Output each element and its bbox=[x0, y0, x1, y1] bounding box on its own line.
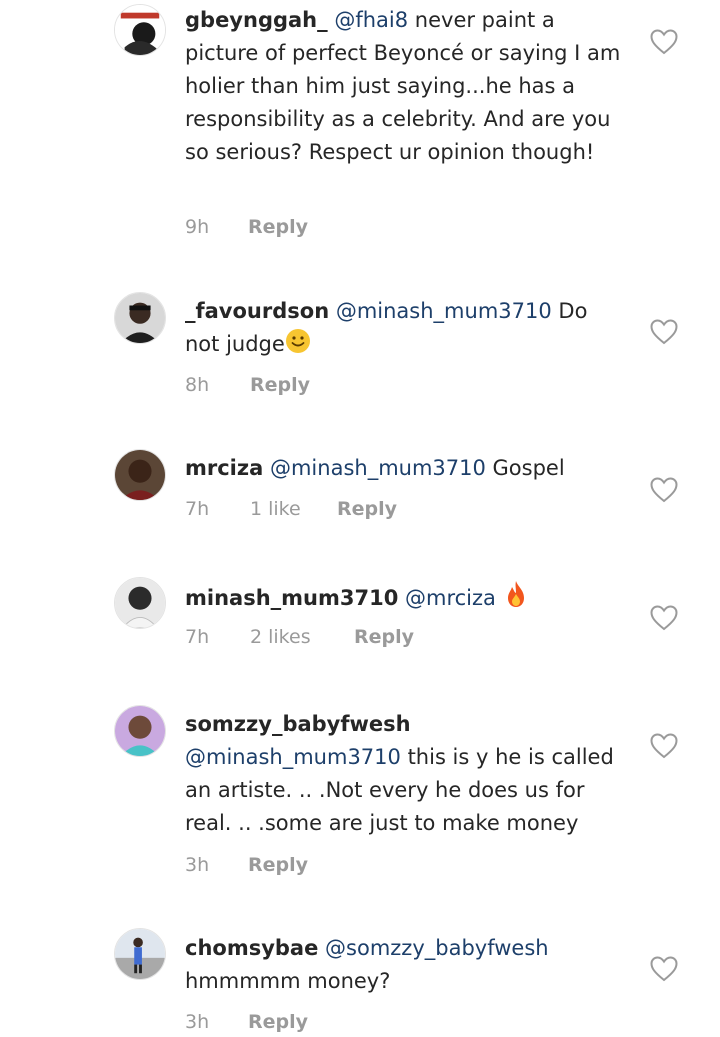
comment-body: Gospel bbox=[485, 456, 565, 480]
mention-link[interactable]: @minash_mum3710 bbox=[270, 456, 486, 480]
avatar[interactable] bbox=[114, 292, 166, 344]
reply-button[interactable]: Reply bbox=[354, 626, 414, 648]
comment-text: mrciza @minash_mum3710 Gospel bbox=[185, 452, 625, 485]
username-link[interactable]: mrciza bbox=[185, 456, 263, 480]
mention-link[interactable]: @mrciza bbox=[405, 586, 496, 610]
comment-text: gbeynggah_ @fhai8 never paint a picture … bbox=[185, 4, 625, 169]
reply-button[interactable]: Reply bbox=[248, 216, 308, 238]
comment-body: hmmmmm money? bbox=[185, 969, 391, 993]
mention-link[interactable]: @minash_mum3710 bbox=[185, 745, 401, 769]
mention-link[interactable]: @fhai8 bbox=[334, 8, 408, 32]
comment-text: chomsybae @somzzy_babyfwesh hmmmmm money… bbox=[185, 932, 625, 998]
avatar[interactable] bbox=[114, 449, 166, 501]
like-heart-icon[interactable] bbox=[650, 319, 678, 345]
username-link[interactable]: gbeynggah_ bbox=[185, 8, 328, 32]
likes-count[interactable]: 1 like bbox=[250, 498, 301, 520]
like-heart-icon[interactable] bbox=[650, 956, 678, 982]
comment-text: somzzy_babyfwesh @minash_mum3710 this is… bbox=[185, 708, 625, 840]
comment-body bbox=[496, 586, 503, 610]
timestamp: 7h bbox=[185, 498, 210, 520]
avatar[interactable] bbox=[114, 705, 166, 757]
timestamp: 3h bbox=[185, 854, 210, 876]
reply-button[interactable]: Reply bbox=[337, 498, 397, 520]
reply-button[interactable]: Reply bbox=[250, 374, 310, 396]
like-heart-icon[interactable] bbox=[650, 477, 678, 503]
username-link[interactable]: somzzy_babyfwesh bbox=[185, 712, 411, 736]
username-link[interactable]: _favourdson bbox=[185, 299, 329, 323]
smile-emoji-icon bbox=[285, 328, 311, 364]
timestamp: 9h bbox=[185, 216, 210, 238]
like-heart-icon[interactable] bbox=[650, 29, 678, 55]
timestamp: 8h bbox=[185, 374, 210, 396]
timestamp: 7h bbox=[185, 626, 210, 648]
comment-text: minash_mum3710 @mrciza bbox=[185, 580, 625, 618]
like-heart-icon[interactable] bbox=[650, 605, 678, 631]
mention-link[interactable]: @minash_mum3710 bbox=[336, 299, 552, 323]
avatar[interactable] bbox=[114, 928, 166, 980]
reply-button[interactable]: Reply bbox=[248, 1011, 308, 1033]
username-link[interactable]: minash_mum3710 bbox=[185, 586, 398, 610]
like-heart-icon[interactable] bbox=[650, 733, 678, 759]
reply-button[interactable]: Reply bbox=[248, 854, 308, 876]
username-link[interactable]: chomsybae bbox=[185, 936, 318, 960]
fire-emoji-icon bbox=[503, 580, 529, 618]
avatar[interactable] bbox=[114, 577, 166, 629]
comment-text: _favourdson @minash_mum3710 Do not judge bbox=[185, 295, 625, 364]
avatar[interactable] bbox=[114, 4, 166, 56]
timestamp: 3h bbox=[185, 1011, 210, 1033]
likes-count[interactable]: 2 likes bbox=[250, 626, 311, 648]
mention-link[interactable]: @somzzy_babyfwesh bbox=[325, 936, 549, 960]
